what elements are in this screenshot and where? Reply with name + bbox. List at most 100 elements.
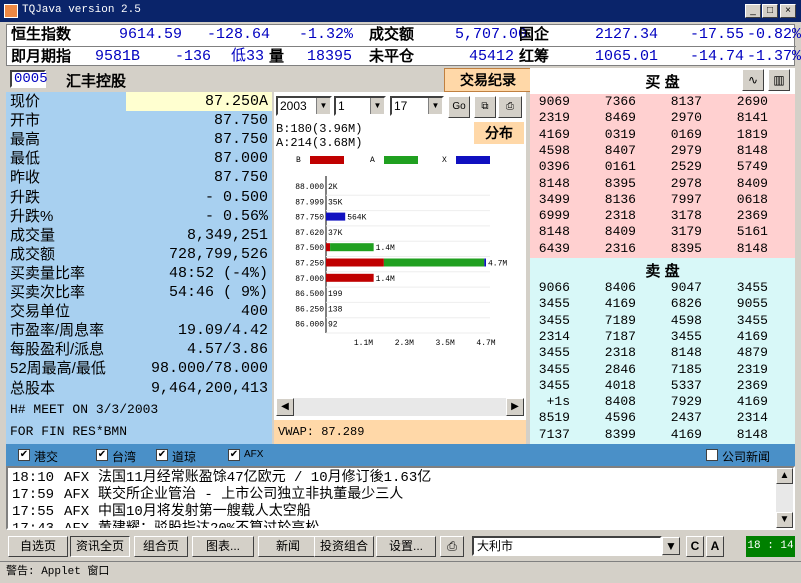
broker-id[interactable]: 8136 <box>586 192 636 208</box>
broker-id[interactable]: 8141 <box>718 110 768 126</box>
broker-id[interactable]: 2319 <box>520 110 570 126</box>
investment-portfolio-button[interactable]: 投资组合 <box>314 536 374 557</box>
copy-icon[interactable]: ⧉ <box>474 96 496 118</box>
broker-id[interactable]: 5749 <box>718 159 768 175</box>
broker-id[interactable]: 2316 <box>586 241 636 257</box>
stock-code-input[interactable]: 0005 <box>10 70 48 88</box>
maximize-button[interactable]: □ <box>762 4 778 18</box>
scroll-down-icon[interactable]: ▼ <box>776 512 793 528</box>
broker-id[interactable]: 2846 <box>586 362 636 378</box>
a-button[interactable]: A <box>706 536 724 557</box>
news-item[interactable]: 17:59 AFX 联交所企业管治 - 上市公司独立非执董最少三人 <box>12 487 772 504</box>
broker-id[interactable]: 7187 <box>586 329 636 345</box>
news-button[interactable]: 新闻 <box>258 536 318 557</box>
broker-id[interactable]: 2314 <box>520 329 570 345</box>
broker-id[interactable]: 0161 <box>586 159 636 175</box>
broker-id[interactable]: 6439 <box>520 241 570 257</box>
broker-id[interactable]: 3455 <box>520 378 570 394</box>
broker-id[interactable]: 6999 <box>520 208 570 224</box>
broker-id[interactable]: 7185 <box>652 362 702 378</box>
broker-id[interactable]: 3455 <box>718 313 768 329</box>
broker-id[interactable]: 5161 <box>718 224 768 240</box>
broker-id[interactable]: 2529 <box>652 159 702 175</box>
broker-id[interactable]: 3455 <box>520 345 570 361</box>
broker-id[interactable]: 2369 <box>718 208 768 224</box>
broker-id[interactable]: 8519 <box>520 410 570 426</box>
news-item[interactable]: 17:55 AFX 中国10月将发射第一艘载人太空船 <box>12 504 772 521</box>
broker-id[interactable]: 0618 <box>718 192 768 208</box>
month-select[interactable]: 1 ▼ <box>334 96 386 116</box>
minimize-button[interactable]: _ <box>745 4 761 18</box>
broker-id[interactable]: 2979 <box>652 143 702 159</box>
trade-record-button[interactable]: 交易纪录 <box>444 68 532 92</box>
broker-id[interactable]: 9069 <box>520 94 570 110</box>
broker-id[interactable]: 2369 <box>718 378 768 394</box>
broker-id[interactable]: 4879 <box>718 345 768 361</box>
broker-id[interactable]: 9047 <box>652 280 702 296</box>
broker-id[interactable]: 9055 <box>718 296 768 312</box>
broker-id[interactable]: 2318 <box>586 208 636 224</box>
checkbox-afx[interactable]: ✔ <box>228 449 240 461</box>
broker-id[interactable]: 3499 <box>520 192 570 208</box>
broker-id[interactable]: 8409 <box>586 224 636 240</box>
broker-id[interactable]: 2970 <box>652 110 702 126</box>
broker-id[interactable]: 8406 <box>586 280 636 296</box>
broker-id[interactable]: 0319 <box>586 127 636 143</box>
broker-id[interactable]: 8408 <box>586 394 636 410</box>
distribution-button[interactable]: 分布 <box>474 122 524 144</box>
chart-line-icon[interactable]: ∿ <box>742 69 764 91</box>
broker-id[interactable]: 8148 <box>652 345 702 361</box>
broker-id[interactable]: 4169 <box>520 127 570 143</box>
portfolio-page-button[interactable]: 组合页 <box>134 536 188 557</box>
go-button[interactable]: Go <box>448 96 470 118</box>
broker-id[interactable]: 3455 <box>718 280 768 296</box>
broker-id[interactable]: 7189 <box>586 313 636 329</box>
print-icon[interactable]: ⎙ <box>498 96 522 118</box>
scroll-up-icon[interactable]: ▲ <box>776 468 793 484</box>
broker-id[interactable]: 8148 <box>520 224 570 240</box>
broker-id[interactable]: 9066 <box>520 280 570 296</box>
broker-id[interactable]: 3455 <box>520 296 570 312</box>
broker-id[interactable]: 8148 <box>718 427 768 443</box>
close-button[interactable]: × <box>780 4 796 18</box>
broker-id[interactable]: 4169 <box>718 394 768 410</box>
broker-id[interactable]: 7997 <box>652 192 702 208</box>
search-dropdown-icon[interactable]: ▼ <box>662 537 680 555</box>
broker-id[interactable]: 1819 <box>718 127 768 143</box>
broker-id[interactable]: 3455 <box>520 313 570 329</box>
broker-id[interactable]: 8409 <box>718 176 768 192</box>
broker-id[interactable]: 7366 <box>586 94 636 110</box>
broker-id[interactable]: 4598 <box>520 143 570 159</box>
broker-id[interactable]: 7137 <box>520 427 570 443</box>
broker-id[interactable]: 2437 <box>652 410 702 426</box>
broker-id[interactable]: 3455 <box>652 329 702 345</box>
broker-id[interactable]: 7929 <box>652 394 702 410</box>
broker-id[interactable]: 2690 <box>718 94 768 110</box>
horizontal-scrollbar[interactable]: ◀ ▶ <box>276 398 524 416</box>
news-scrollbar[interactable]: ▲ ▼ <box>776 468 793 528</box>
broker-id[interactable]: 2314 <box>718 410 768 426</box>
broker-id[interactable]: 8148 <box>718 241 768 257</box>
broker-id[interactable]: 8137 <box>652 94 702 110</box>
scroll-left-icon[interactable]: ◀ <box>276 398 294 416</box>
broker-id[interactable]: +1s <box>520 394 570 410</box>
broker-id[interactable]: 4169 <box>718 329 768 345</box>
broker-id[interactable]: 3455 <box>520 362 570 378</box>
broker-id[interactable]: 8148 <box>718 143 768 159</box>
checkbox-taiwan[interactable]: ✔ <box>96 449 108 461</box>
year-select[interactable]: 2003 ▼ <box>276 96 332 116</box>
print-icon[interactable]: ⎙ <box>440 536 464 557</box>
broker-id[interactable]: 8395 <box>586 176 636 192</box>
broker-id[interactable]: 8469 <box>586 110 636 126</box>
checkbox-company-news[interactable] <box>706 449 718 461</box>
chart-bar-icon[interactable]: ▥ <box>768 69 790 91</box>
broker-id[interactable]: 8399 <box>586 427 636 443</box>
broker-id[interactable]: 4169 <box>652 427 702 443</box>
news-item[interactable]: 17:43 AFX 黄建耀：驳股指达20%不算过於高松 <box>12 521 772 528</box>
broker-id[interactable]: 4169 <box>586 296 636 312</box>
broker-id[interactable]: 3179 <box>652 224 702 240</box>
broker-id[interactable]: 2319 <box>718 362 768 378</box>
broker-id[interactable]: 0396 <box>520 159 570 175</box>
watchlist-button[interactable]: 自选页 <box>8 536 68 557</box>
settings-button[interactable]: 设置... <box>376 536 436 557</box>
